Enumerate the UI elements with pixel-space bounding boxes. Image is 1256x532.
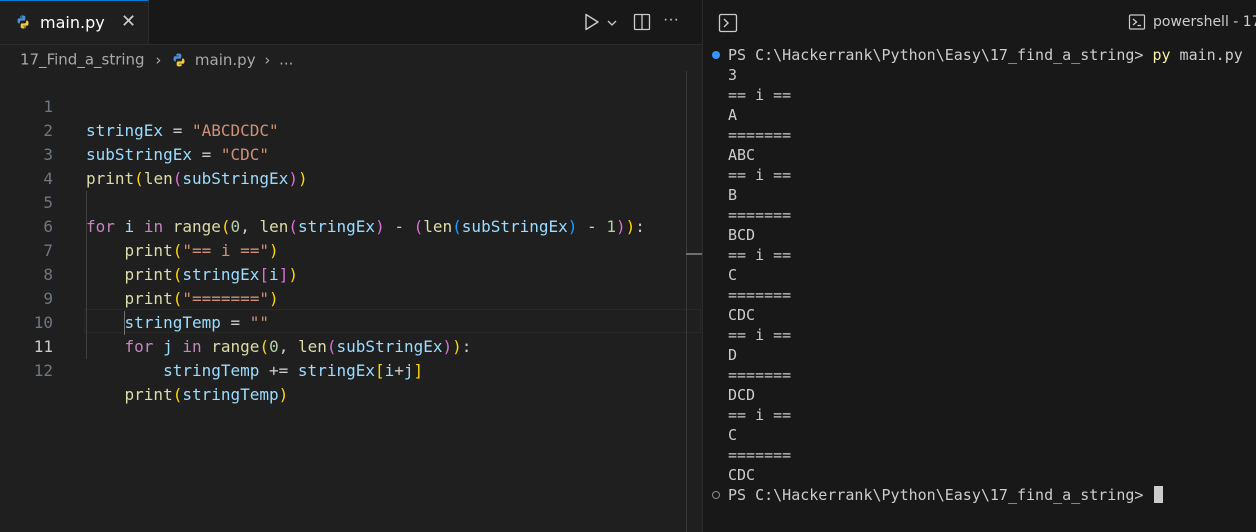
terminal-cursor xyxy=(1154,486,1164,503)
terminal-pane[interactable]: powershell - 17_f PS C:\Hackerrank\Pytho… xyxy=(703,0,1256,532)
terminal-command-line: PS C:\Hackerrank\Python\Easy\17_find_a_s… xyxy=(728,45,1243,65)
terminal-output-line: C xyxy=(728,266,738,284)
terminal-output-line: DCD xyxy=(728,386,756,404)
terminal-command-arg: main.py xyxy=(1179,46,1243,64)
terminal-output-line: 3 xyxy=(728,66,738,84)
code-line: 10 for j in range(0, len(subStringEx)): xyxy=(0,287,702,356)
editor-scrollbar-marker xyxy=(686,253,702,255)
code-line: 5 for i in range(0, len(stringEx) - (len… xyxy=(0,167,702,236)
code-line: 6 print("== i ==") xyxy=(0,191,702,260)
terminal-output-line: ======= xyxy=(728,126,792,144)
terminal-prompt: PS C:\Hackerrank\Python\Easy\17_find_a_s… xyxy=(728,46,1144,64)
code-text: print(stringTemp) xyxy=(124,385,289,404)
terminal-output-line: ======= xyxy=(728,286,792,304)
chevron-down-icon xyxy=(607,20,617,26)
tab-label: main.py xyxy=(40,13,105,32)
breadcrumb-more[interactable]: ... xyxy=(279,51,293,69)
terminal-output-line: ABC xyxy=(728,146,756,164)
terminal-output-line: == i == xyxy=(728,326,792,344)
more-actions-button[interactable]: ··· xyxy=(663,11,685,35)
terminal-output-line: == i == xyxy=(728,86,792,104)
powershell-icon xyxy=(1128,14,1146,30)
python-file-icon xyxy=(173,53,185,66)
code-line: 7 print(stringEx[i]) xyxy=(0,215,702,284)
code-line: 4 xyxy=(0,143,702,188)
terminal-output-line: D xyxy=(728,346,738,364)
terminal-command: py xyxy=(1152,46,1171,64)
terminal-output-line: B xyxy=(728,186,738,204)
code-line: 1 stringEx = "ABCDCDC" xyxy=(0,71,702,140)
breadcrumb-separator: › xyxy=(155,50,162,69)
split-editor-icon xyxy=(633,13,651,31)
terminal-output-line: ======= xyxy=(728,366,792,384)
run-python-button[interactable] xyxy=(582,10,622,34)
terminal-icon[interactable] xyxy=(718,13,738,33)
editor-tab-bar: main.py ✕ ··· xyxy=(0,0,702,45)
breadcrumb: 17_Find_a_string › main.py › ... xyxy=(20,50,293,70)
editor-scrollbar-track[interactable] xyxy=(686,71,687,532)
line-number: 12 xyxy=(33,361,53,380)
terminal-output-line: ======= xyxy=(728,206,792,224)
command-success-dot-icon[interactable] xyxy=(712,51,720,59)
code-line: 8 print("=======") xyxy=(0,239,702,308)
terminal-prompt: PS C:\Hackerrank\Python\Easy\17_find_a_s… xyxy=(728,486,1144,504)
terminal-output-line: == i == xyxy=(728,166,792,184)
editor-pane: main.py ✕ ··· 17_Find_a_string › main.py xyxy=(0,0,702,532)
code-line: 3 print(len(subStringEx)) xyxy=(0,119,702,188)
breadcrumb-folder[interactable]: 17_Find_a_string xyxy=(20,51,145,69)
code-line: 12 print(stringTemp) xyxy=(0,335,702,404)
code-line: 2 subStringEx = "CDC" xyxy=(0,95,702,164)
terminal-header: powershell - 17_f xyxy=(703,0,1256,44)
terminal-output-line: == i == xyxy=(728,406,792,424)
command-pending-dot-icon[interactable] xyxy=(712,491,720,499)
play-icon xyxy=(585,13,599,31)
breadcrumb-separator: › xyxy=(264,50,271,69)
code-text: stringTemp += stringEx[i+j] xyxy=(163,361,424,380)
close-tab-icon[interactable]: ✕ xyxy=(121,11,136,32)
tab-main-py[interactable]: main.py ✕ xyxy=(0,0,149,44)
terminal-output-line: == i == xyxy=(728,246,792,264)
terminal-shell-label[interactable]: powershell - 17_f xyxy=(1153,14,1256,30)
breadcrumb-file[interactable]: main.py xyxy=(195,51,256,69)
terminal-output-line: CDC xyxy=(728,466,756,484)
terminal-output-line: A xyxy=(728,106,738,124)
terminal-output-line: ======= xyxy=(728,446,792,464)
terminal-output-line: BCD xyxy=(728,226,756,244)
terminal-input-line[interactable]: PS C:\Hackerrank\Python\Easy\17_find_a_s… xyxy=(728,485,1164,505)
code-line-active: 11 stringTemp += stringEx[i+j] xyxy=(0,311,702,380)
python-file-icon xyxy=(17,15,29,29)
terminal-output-line: C xyxy=(728,426,738,444)
code-line: 9 stringTemp = "" xyxy=(0,263,702,332)
terminal-output-line: CDC xyxy=(728,306,756,324)
split-editor-button[interactable] xyxy=(632,10,652,34)
